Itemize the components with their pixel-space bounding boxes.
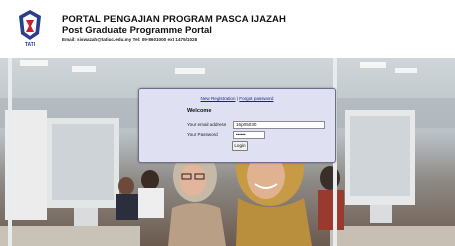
portal-title-malay: PORTAL PENGAJIAN PROGRAM PASCA IJAZAH xyxy=(62,14,286,25)
login-links: New Registration | Forgot password xyxy=(139,96,335,101)
email-label: Your email address xyxy=(187,122,227,127)
login-panel: New Registration | Forgot password Welco… xyxy=(138,88,336,163)
login-button[interactable]: Login xyxy=(232,141,248,151)
forgot-password-link[interactable]: Forgot password xyxy=(239,96,273,101)
page-header: TATI PORTAL PENGAJIAN PROGRAM PASCA IJAZ… xyxy=(0,0,455,58)
password-label: Your Password xyxy=(187,132,218,137)
email-input[interactable]: 16p05030 xyxy=(233,121,325,129)
contact-info: Email: siswazah@tatiuc.edu.my Tel: 09-86… xyxy=(62,37,198,42)
welcome-heading: Welcome xyxy=(187,108,212,114)
link-separator: | xyxy=(236,96,238,101)
new-registration-link[interactable]: New Registration xyxy=(201,96,236,101)
photo-divider-left xyxy=(8,58,12,246)
portal-title-english: Post Graduate Programme Portal xyxy=(62,25,212,36)
password-input[interactable]: •••••• xyxy=(233,131,265,139)
logo-text: TATI xyxy=(25,42,36,48)
university-logo-icon: TATI xyxy=(19,10,41,48)
